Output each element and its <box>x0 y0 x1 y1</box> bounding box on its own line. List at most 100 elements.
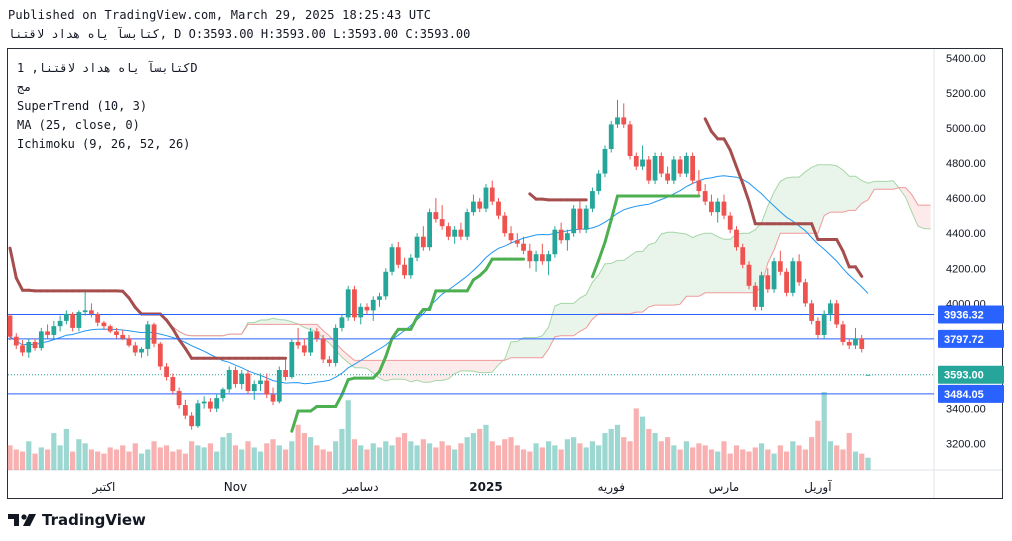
volume-bar <box>765 449 771 470</box>
candle <box>339 313 345 332</box>
candle <box>558 222 564 244</box>
candle <box>765 268 771 293</box>
volume-bar <box>345 400 351 470</box>
candle <box>402 257 407 279</box>
y-tick-label: 4600.00 <box>946 193 986 205</box>
volume-bar <box>652 433 658 470</box>
cloud-segment <box>661 232 668 306</box>
cloud-segment <box>842 170 850 213</box>
volume-bar <box>101 453 107 470</box>
supertrend-segment <box>853 265 864 278</box>
price-chart[interactable]: 3200.003400.003600.003800.004000.004200.… <box>0 0 1012 541</box>
volume-bar <box>282 449 289 470</box>
tradingview-brand[interactable]: TradingView <box>8 511 146 529</box>
candle-body <box>496 201 501 216</box>
volume-bar <box>257 451 264 470</box>
cloud-segment <box>398 360 405 380</box>
candle <box>107 324 113 334</box>
legend-ma[interactable]: MA (25, close, 0) <box>17 118 140 132</box>
candle-body <box>377 296 382 300</box>
candle-body <box>283 370 288 378</box>
candle-body <box>508 233 514 241</box>
cloud-segment <box>817 164 825 234</box>
candle-body <box>828 303 833 314</box>
volume-bar <box>702 445 708 470</box>
candle-body <box>258 380 263 385</box>
candle <box>539 243 545 265</box>
candle <box>7 313 13 341</box>
candle <box>76 310 82 332</box>
volume-bar <box>132 443 138 470</box>
supertrend-segment <box>428 289 438 311</box>
candle-body <box>477 201 483 209</box>
volume-bar <box>639 416 646 470</box>
volume-bar <box>658 441 664 470</box>
candle-body <box>82 310 88 313</box>
cloud-segment <box>417 360 424 383</box>
candle <box>157 341 163 371</box>
candle <box>771 257 777 293</box>
candle <box>840 320 846 346</box>
cloud-segment <box>561 303 568 336</box>
candle-body <box>145 324 151 349</box>
candle-body <box>489 187 495 202</box>
volume-bar <box>608 428 614 470</box>
volume-bar <box>88 449 95 470</box>
volume-bar <box>589 441 596 470</box>
candle <box>727 212 733 234</box>
cloud-segment <box>774 181 781 250</box>
volume-bar <box>408 441 414 470</box>
candle-body <box>189 415 195 427</box>
volume-bar <box>26 441 32 470</box>
cloud-segment <box>924 205 931 229</box>
candle-body <box>621 117 627 125</box>
candle-body <box>771 261 777 290</box>
supertrend-segment <box>609 194 619 222</box>
candle-body <box>251 384 257 392</box>
supertrend-segment <box>340 378 350 397</box>
supertrend-segment <box>384 336 394 359</box>
candle-body <box>464 212 470 237</box>
legend-supertrend[interactable]: SuperTrend (10, 3) <box>17 99 147 113</box>
candle <box>20 340 25 356</box>
volume-bar <box>545 441 552 470</box>
candle-body <box>408 257 414 276</box>
volume-bar <box>721 441 727 470</box>
candle-body <box>13 336 19 346</box>
volume-bar <box>715 451 721 470</box>
volume-bar <box>564 439 570 470</box>
volume-bar <box>214 451 220 470</box>
candle <box>627 120 633 160</box>
candle <box>577 201 583 234</box>
candle <box>32 338 38 351</box>
cloud-segment <box>611 260 618 314</box>
candle-body <box>784 271 789 293</box>
candle-body <box>214 398 220 409</box>
candle <box>89 303 94 318</box>
candle-body <box>721 201 727 216</box>
candle-body <box>853 338 858 346</box>
candle <box>690 152 696 185</box>
volume-bar <box>301 433 307 470</box>
candle <box>709 194 714 216</box>
volume-bar <box>339 428 345 470</box>
legend-ichimoku[interactable]: Ichimoku (9, 26, 52, 26) <box>17 137 190 151</box>
candle <box>740 243 746 269</box>
volume-bar <box>383 441 389 470</box>
candle <box>452 226 458 244</box>
candle <box>176 387 182 409</box>
volume-bar <box>627 441 633 470</box>
candle-body <box>815 320 821 335</box>
candle <box>815 317 821 339</box>
candle <box>270 387 276 406</box>
candle <box>445 222 451 241</box>
volume-bar <box>571 437 577 470</box>
supertrend-segment <box>734 165 745 185</box>
candle <box>439 205 445 230</box>
volume-bar <box>671 445 677 470</box>
candle-body <box>752 285 758 307</box>
candle <box>201 396 207 409</box>
candle <box>433 198 439 223</box>
candle <box>865 374 871 376</box>
candle <box>195 399 201 428</box>
